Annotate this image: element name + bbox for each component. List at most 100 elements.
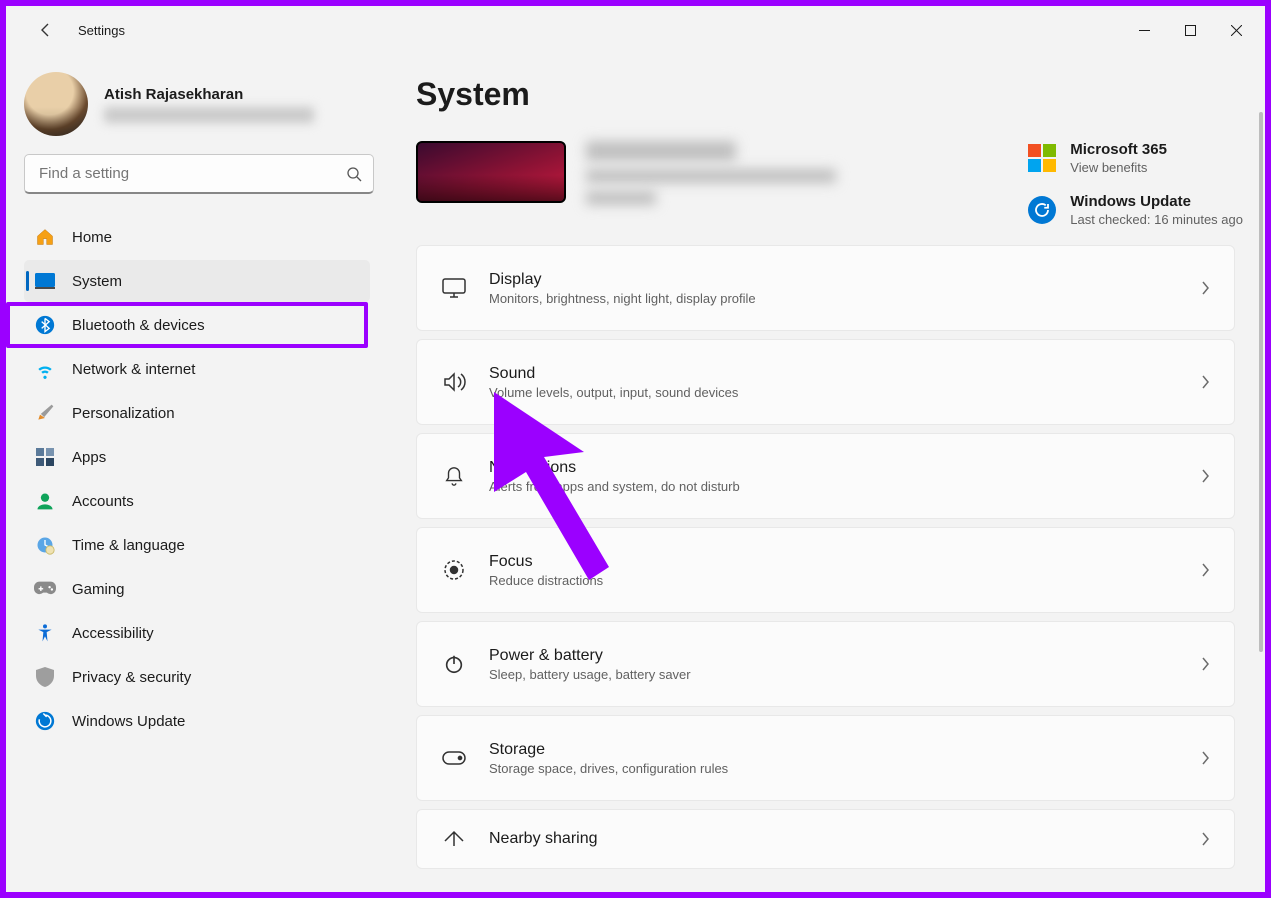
nav-item-personalization[interactable]: Personalization <box>24 392 370 434</box>
titlebar: Settings <box>6 6 1265 54</box>
power-icon <box>441 651 467 677</box>
shield-icon <box>34 666 56 688</box>
setting-subtitle: Alerts from apps and system, do not dist… <box>489 479 1178 494</box>
minimize-button[interactable] <box>1121 14 1167 46</box>
setting-title: Sound <box>489 365 1178 383</box>
profile-texts: Atish Rajasekharan <box>104 86 314 123</box>
nav-item-label: System <box>72 273 122 290</box>
chevron-right-icon <box>1200 832 1210 846</box>
ms365-card[interactable]: Microsoft 365 View benefits <box>1028 141 1243 175</box>
share-icon <box>441 826 467 852</box>
nav-item-label: Windows Update <box>72 713 185 730</box>
nav-item-label: Accessibility <box>72 625 154 642</box>
chevron-right-icon <box>1200 751 1210 765</box>
setting-power[interactable]: Power & battery Sleep, battery usage, ba… <box>416 621 1235 707</box>
nav-item-network[interactable]: Network & internet <box>24 348 370 390</box>
device-name-redacted <box>586 141 836 205</box>
home-icon <box>34 226 56 248</box>
settings-list: Display Monitors, brightness, night ligh… <box>416 245 1243 869</box>
setting-nearby-sharing[interactable]: Nearby sharing <box>416 809 1235 869</box>
desktop-preview[interactable] <box>416 141 566 203</box>
back-button[interactable] <box>26 10 66 50</box>
nav-item-windows-update[interactable]: Windows Update <box>24 700 370 742</box>
nav-list: Home System Bluetooth & devices Network … <box>24 216 370 742</box>
chevron-right-icon <box>1200 657 1210 671</box>
scrollbar[interactable] <box>1259 112 1263 652</box>
nav-item-label: Apps <box>72 449 106 466</box>
setting-notifications[interactable]: Notifications Alerts from apps and syste… <box>416 433 1235 519</box>
nav-item-label: Network & internet <box>72 361 195 378</box>
app-title: Settings <box>78 23 125 38</box>
device-info-row: Microsoft 365 View benefits Windows Upda… <box>416 141 1243 227</box>
main-panel: System Microsoft 365 View benefits <box>386 54 1265 892</box>
setting-sound[interactable]: Sound Volume levels, output, input, soun… <box>416 339 1235 425</box>
setting-title: Display <box>489 271 1178 289</box>
nav-item-accounts[interactable]: Accounts <box>24 480 370 522</box>
search-input[interactable] <box>24 154 374 194</box>
accessibility-icon <box>34 622 56 644</box>
setting-subtitle: Sleep, battery usage, battery saver <box>489 667 1178 682</box>
nav-item-home[interactable]: Home <box>24 216 370 258</box>
focus-icon <box>441 557 467 583</box>
setting-subtitle: Storage space, drives, configuration rul… <box>489 761 1178 776</box>
display-icon <box>441 275 467 301</box>
ms365-title: Microsoft 365 <box>1070 141 1167 158</box>
setting-title: Power & battery <box>489 647 1178 665</box>
nav-item-system[interactable]: System <box>24 260 370 302</box>
gamepad-icon <box>34 578 56 600</box>
sync-circle-icon <box>1028 196 1056 224</box>
bluetooth-icon <box>34 314 56 336</box>
setting-storage[interactable]: Storage Storage space, drives, configura… <box>416 715 1235 801</box>
chevron-right-icon <box>1200 375 1210 389</box>
nav-item-accessibility[interactable]: Accessibility <box>24 612 370 654</box>
window-controls <box>1121 14 1259 46</box>
person-icon <box>34 490 56 512</box>
page-title: System <box>416 76 1243 113</box>
storage-icon <box>441 745 467 771</box>
nav-item-gaming[interactable]: Gaming <box>24 568 370 610</box>
nav-item-label: Privacy & security <box>72 669 191 686</box>
setting-title: Focus <box>489 553 1178 571</box>
setting-subtitle: Reduce distractions <box>489 573 1178 588</box>
minimize-icon <box>1139 25 1150 36</box>
setting-title: Storage <box>489 741 1178 759</box>
microsoft-logo-icon <box>1028 144 1056 172</box>
profile-name: Atish Rajasekharan <box>104 86 314 103</box>
close-button[interactable] <box>1213 14 1259 46</box>
chevron-right-icon <box>1200 469 1210 483</box>
nav-item-bluetooth[interactable]: Bluetooth & devices <box>24 304 370 346</box>
nav-item-label: Home <box>72 229 112 246</box>
windows-update-card[interactable]: Windows Update Last checked: 16 minutes … <box>1028 193 1243 227</box>
wifi-icon <box>34 358 56 380</box>
sound-icon <box>441 369 467 395</box>
maximize-button[interactable] <box>1167 14 1213 46</box>
nav-item-privacy[interactable]: Privacy & security <box>24 656 370 698</box>
arrow-left-icon <box>38 22 54 38</box>
sync-icon <box>34 710 56 732</box>
system-icon <box>34 270 56 292</box>
nav-item-time-language[interactable]: Time & language <box>24 524 370 566</box>
update-title: Windows Update <box>1070 193 1243 210</box>
profile-block[interactable]: Atish Rajasekharan <box>24 72 370 136</box>
chevron-right-icon <box>1200 281 1210 295</box>
setting-focus[interactable]: Focus Reduce distractions <box>416 527 1235 613</box>
setting-title: Notifications <box>489 459 1178 477</box>
ms365-subtitle: View benefits <box>1070 160 1167 175</box>
nav-item-label: Accounts <box>72 493 134 510</box>
close-icon <box>1231 25 1242 36</box>
setting-subtitle: Volume levels, output, input, sound devi… <box>489 385 1178 400</box>
nav-item-label: Gaming <box>72 581 125 598</box>
search-icon <box>346 166 362 182</box>
apps-icon <box>34 446 56 468</box>
search-box[interactable] <box>24 154 374 194</box>
nav-item-label: Time & language <box>72 537 185 554</box>
nav-item-label: Personalization <box>72 405 175 422</box>
setting-title: Nearby sharing <box>489 830 1178 848</box>
clock-globe-icon <box>34 534 56 556</box>
bell-icon <box>441 463 467 489</box>
nav-item-label: Bluetooth & devices <box>72 317 205 334</box>
nav-item-apps[interactable]: Apps <box>24 436 370 478</box>
maximize-icon <box>1185 25 1196 36</box>
setting-display[interactable]: Display Monitors, brightness, night ligh… <box>416 245 1235 331</box>
update-subtitle: Last checked: 16 minutes ago <box>1070 212 1243 227</box>
